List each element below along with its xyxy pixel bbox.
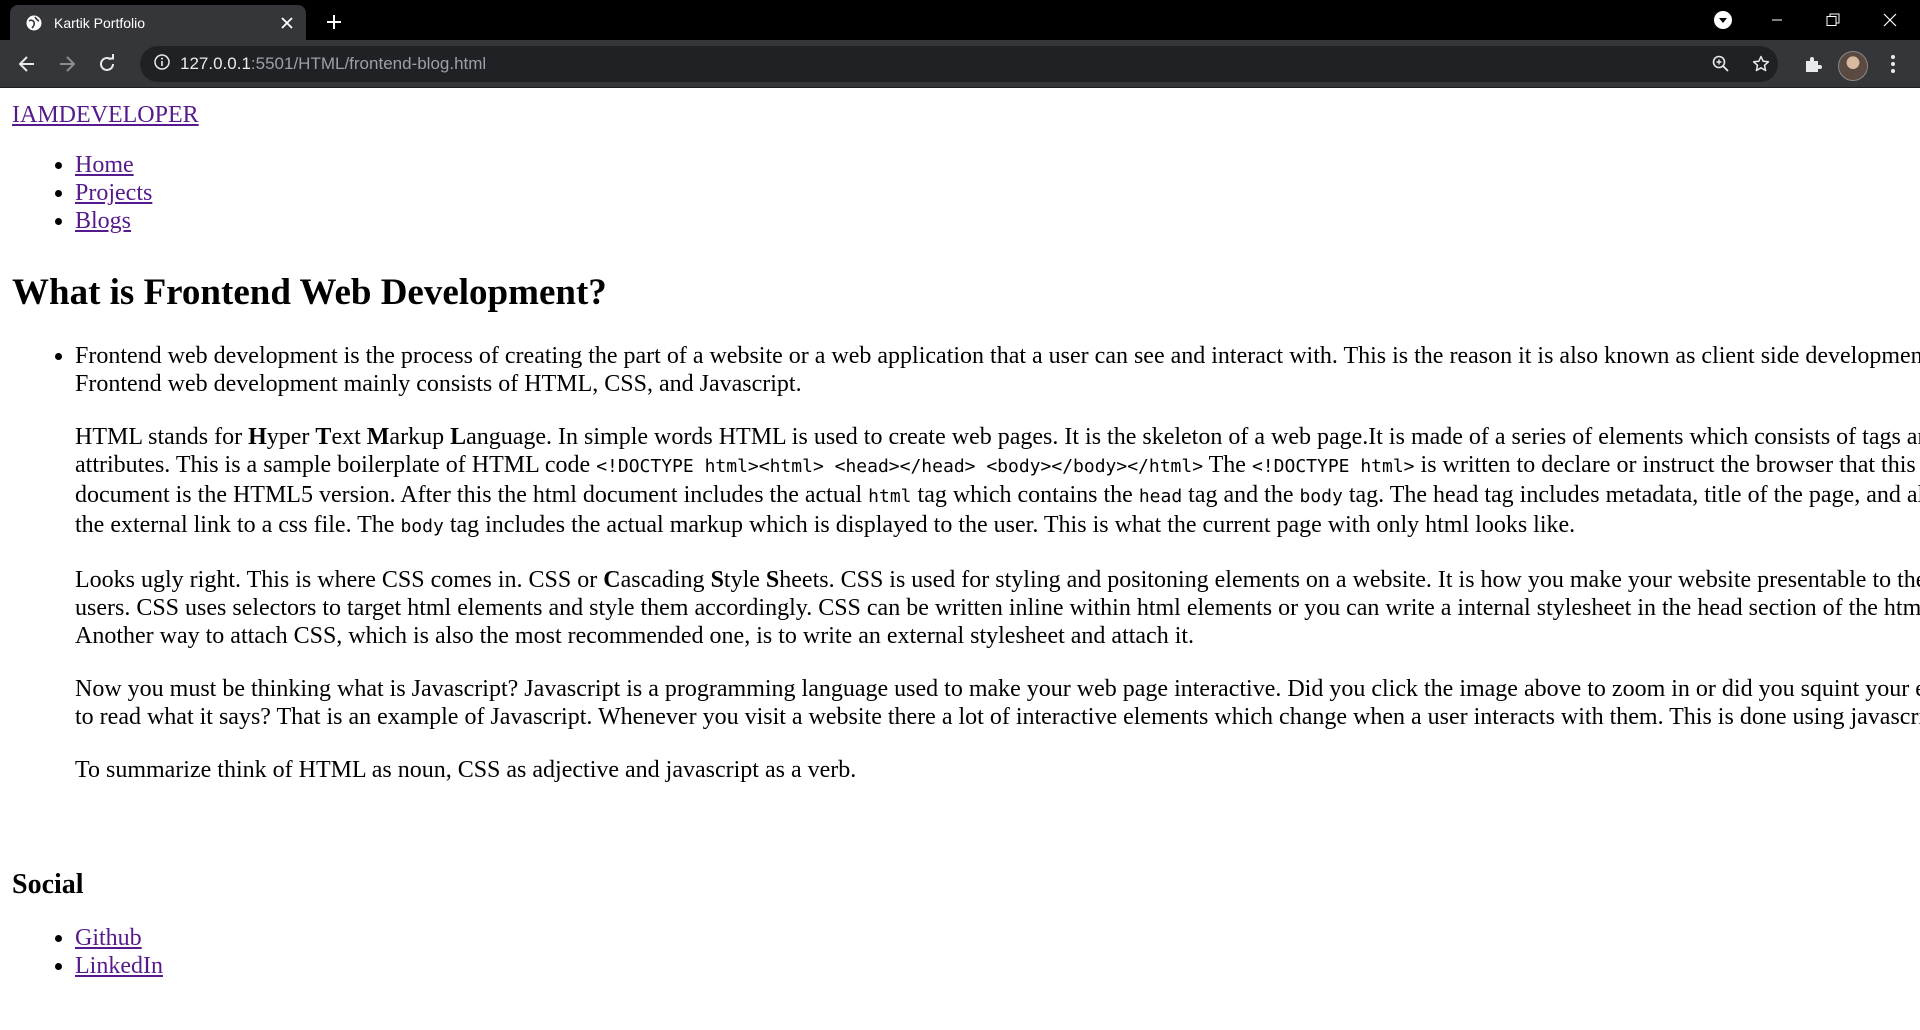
address-bar[interactable]: 127.0.0.1:5501/HTML/frontend-blog.html: [140, 46, 1778, 82]
browser-tab[interactable]: Kartik Portfolio: [10, 5, 306, 40]
linkedin-link[interactable]: LinkedIn: [75, 953, 163, 979]
reload-icon[interactable]: [94, 51, 120, 77]
site-nav: Home Projects Blogs: [12, 151, 152, 235]
new-tab-button[interactable]: [322, 10, 346, 34]
text: ascading: [620, 567, 711, 593]
nav-link-blogs[interactable]: Blogs: [75, 208, 131, 234]
paragraph-summary: To summarize think of HTML as noun, CSS …: [75, 757, 857, 783]
zoom-icon[interactable]: [1710, 53, 1732, 75]
minimize-icon[interactable]: [1754, 0, 1800, 40]
paragraph-html: HTML stands for Hyper Text Markup Langua…: [75, 423, 1920, 541]
paragraph-css: Looks ugly right. This is where CSS come…: [75, 566, 1920, 650]
text: ext: [331, 424, 367, 450]
article-body: Frontend web development is the process …: [12, 342, 1920, 809]
url-text: 127.0.0.1:5501/HTML/frontend-blog.html: [180, 54, 486, 74]
bold-letter: T: [315, 424, 332, 450]
profile-avatar[interactable]: [1838, 51, 1868, 81]
bold-letter: L: [450, 424, 467, 450]
globe-icon: [26, 15, 42, 31]
social-heading: Social: [12, 869, 84, 900]
media-control-icon[interactable]: [1700, 0, 1746, 40]
bold-letter: S: [765, 567, 780, 593]
tab-title: Kartik Portfolio: [54, 14, 146, 31]
forward-icon[interactable]: [54, 51, 80, 77]
code-body-tag: body: [400, 516, 444, 537]
text: tag includes the actual markup which is …: [443, 512, 1576, 538]
text: Looks ugly right. This is where CSS come…: [75, 567, 604, 593]
bold-letter: C: [603, 567, 621, 593]
code-html-tag: html: [868, 486, 912, 507]
text: yper: [266, 424, 316, 450]
close-window-icon[interactable]: [1867, 0, 1913, 40]
restore-icon[interactable]: [1810, 0, 1856, 40]
social-links: Github LinkedIn: [12, 924, 163, 980]
paragraph-javascript: Now you must be thinking what is Javascr…: [75, 676, 1920, 730]
article-list-item: Frontend web development is the process …: [75, 342, 1920, 784]
text: HTML stands for: [75, 424, 249, 450]
article-title: What is Frontend Web Development?: [12, 272, 607, 313]
bold-letter: S: [710, 567, 724, 593]
nav-item-blogs: Blogs: [75, 207, 152, 235]
url-path: :5501/HTML/frontend-blog.html: [250, 54, 487, 73]
browser-toolbar: 127.0.0.1:5501/HTML/frontend-blog.html: [0, 40, 1920, 88]
close-tab-icon[interactable]: [278, 14, 296, 32]
nav-item-home: Home: [75, 151, 152, 179]
menu-kebab-icon[interactable]: [1880, 51, 1906, 77]
bold-letter: H: [248, 424, 267, 450]
github-link[interactable]: Github: [75, 925, 142, 951]
nav-item-projects: Projects: [75, 179, 152, 207]
extensions-icon[interactable]: [1800, 51, 1826, 77]
code-body-tag: body: [1299, 486, 1343, 507]
bookmark-star-icon[interactable]: [1750, 53, 1772, 75]
code-doctype: <!DOCTYPE html>: [1251, 456, 1415, 477]
site-logo-link[interactable]: IAMDEVELOPER: [12, 101, 199, 129]
back-icon[interactable]: [14, 51, 40, 77]
code-boilerplate: <!DOCTYPE html><html> <head></head> <bod…: [596, 456, 1204, 477]
social-item-linkedin: LinkedIn: [75, 952, 163, 980]
text: arkup: [389, 424, 451, 450]
nav-link-home[interactable]: Home: [75, 152, 134, 178]
info-icon[interactable]: [154, 53, 170, 75]
text: tag and the: [1182, 482, 1300, 508]
text: tag which contains the: [911, 482, 1139, 508]
tab-bar: Kartik Portfolio: [0, 0, 1920, 40]
url-host: 127.0.0.1: [180, 54, 251, 73]
bold-letter: M: [366, 424, 390, 450]
browser-chrome: Kartik Portfolio 127.0.0.1:5501/HTML/fro…: [0, 0, 1920, 88]
page-content: IAMDEVELOPER Home Projects Blogs What is…: [0, 89, 1920, 1030]
text: The: [1203, 452, 1252, 478]
social-item-github: Github: [75, 924, 163, 952]
nav-link-projects[interactable]: Projects: [75, 180, 152, 206]
code-head-tag: head: [1138, 486, 1183, 507]
text: tyle: [723, 567, 766, 593]
paragraph-intro: Frontend web development is the process …: [75, 343, 1920, 397]
